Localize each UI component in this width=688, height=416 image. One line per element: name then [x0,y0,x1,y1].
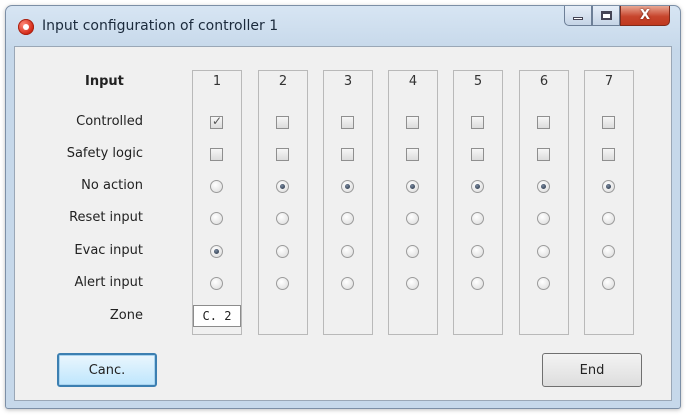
input-column-1 [192,70,242,335]
window-controls: X [564,6,670,30]
safety-logic-checkbox[interactable] [341,148,354,161]
evac-input-radio[interactable] [537,245,550,258]
evac-input-radio[interactable] [276,245,289,258]
alert-input-radio[interactable] [471,277,484,290]
input-column-5 [453,70,503,335]
title-bar[interactable]: Input configuration of controller 1 X [6,6,680,46]
app-logo-icon [18,19,34,35]
controlled-checkbox[interactable] [406,116,419,129]
controlled-checkbox[interactable] [602,116,615,129]
alert-input-radio[interactable] [406,277,419,290]
controlled-checkbox[interactable] [210,114,223,129]
no-action-radio[interactable] [471,180,484,193]
reset-input-radio[interactable] [210,212,223,225]
safety-logic-checkbox[interactable] [537,148,550,161]
input-column-4 [388,70,438,335]
safety-logic-checkbox[interactable] [471,148,484,161]
column-header-5: 5 [473,74,483,89]
no-action-radio[interactable] [276,180,289,193]
column-header-6: 6 [539,74,549,89]
close-button[interactable]: X [620,6,670,26]
row-label-reset-input: Reset input [69,210,143,225]
zone-field[interactable]: C. 2 [193,305,241,327]
safety-logic-checkbox[interactable] [602,148,615,161]
safety-logic-checkbox[interactable] [210,148,223,161]
column-header-1: 1 [212,74,222,89]
safety-logic-checkbox[interactable] [406,148,419,161]
no-action-radio[interactable] [406,180,419,193]
reset-input-radio[interactable] [537,212,550,225]
evac-input-radio[interactable] [471,245,484,258]
alert-input-radio[interactable] [276,277,289,290]
row-label-evac-input: Evac input [74,243,143,258]
no-action-radio[interactable] [602,180,615,193]
row-label-no-action: No action [81,178,143,193]
no-action-radio[interactable] [210,180,223,193]
evac-input-radio[interactable] [602,245,615,258]
input-column-6 [519,70,569,335]
safety-logic-checkbox[interactable] [276,148,289,161]
maximize-icon [601,11,612,20]
cancel-button[interactable]: Canc. [57,353,157,387]
minimize-icon [573,17,583,20]
reset-input-radio[interactable] [406,212,419,225]
reset-input-radio[interactable] [471,212,484,225]
column-header-2: 2 [278,74,288,89]
column-header-7: 7 [604,74,614,89]
row-label-alert-input: Alert input [74,275,143,290]
input-column-2 [258,70,308,335]
reset-input-radio[interactable] [341,212,354,225]
row-label-controlled: Controlled [76,114,143,129]
alert-input-radio[interactable] [537,277,550,290]
controlled-checkbox[interactable] [276,116,289,129]
no-action-radio[interactable] [537,180,550,193]
close-icon: X [639,8,651,23]
column-header-3: 3 [343,74,353,89]
controlled-checkbox[interactable] [537,116,550,129]
reset-input-radio[interactable] [602,212,615,225]
alert-input-radio[interactable] [602,277,615,290]
reset-input-radio[interactable] [276,212,289,225]
input-column-header: Input [85,74,124,89]
maximize-button[interactable] [592,6,620,26]
no-action-radio[interactable] [341,180,354,193]
end-button[interactable]: End [542,353,642,387]
controlled-checkbox[interactable] [471,116,484,129]
dialog-window: Input configuration of controller 1 X In… [5,5,681,409]
row-label-safety-logic: Safety logic [66,146,143,161]
minimize-button[interactable] [564,6,592,26]
column-header-4: 4 [408,74,418,89]
input-column-7 [584,70,634,335]
input-column-3 [323,70,373,335]
row-label-zone: Zone [109,308,143,323]
input-config-panel: Input Controlled Safety logic No action Rese… [14,46,672,401]
controlled-checkbox[interactable] [341,116,354,129]
evac-input-radio[interactable] [210,245,223,258]
alert-input-radio[interactable] [210,277,223,290]
alert-input-radio[interactable] [341,277,354,290]
evac-input-radio[interactable] [341,245,354,258]
window-title: Input configuration of controller 1 [42,18,279,34]
evac-input-radio[interactable] [406,245,419,258]
